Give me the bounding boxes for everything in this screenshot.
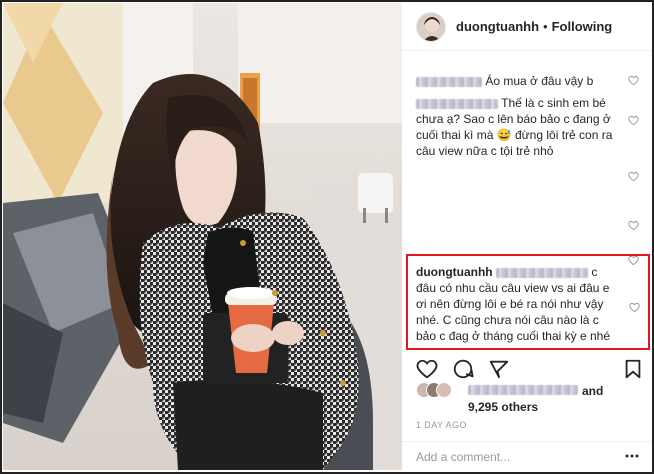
avatar[interactable] — [416, 11, 446, 42]
post-username[interactable]: duongtuanhh — [456, 19, 539, 34]
add-comment-bar: Add a comment... — [402, 441, 651, 470]
bookmark-icon[interactable] — [622, 358, 644, 380]
comment-item: Thế là c sinh em bé chưa ạ? Sao c lên bá… — [416, 95, 622, 159]
avatar-image — [417, 12, 445, 41]
share-icon[interactable] — [488, 358, 510, 380]
comment-text: Áo mua ở đâu vậy b — [485, 74, 594, 88]
more-options-icon[interactable] — [625, 454, 639, 458]
heart-icon[interactable] — [629, 302, 640, 313]
blurred-mention — [495, 267, 588, 278]
blurred-liker-name — [468, 385, 578, 395]
heart-icon[interactable] — [628, 75, 639, 86]
following-button[interactable]: Following — [552, 19, 613, 34]
likes-others-count[interactable]: 9,295 others — [468, 400, 538, 414]
reply-comment: duongtuanhh c đâu có nhu cầu câu view vs… — [416, 264, 616, 344]
reply-username[interactable]: duongtuanhh — [416, 265, 493, 279]
post-photo[interactable] — [3, 3, 402, 470]
action-bar — [416, 358, 646, 382]
separator-dot: • — [543, 19, 548, 34]
post-photo-image — [3, 3, 402, 470]
heart-icon[interactable] — [628, 115, 639, 126]
add-comment-input[interactable]: Add a comment... — [416, 450, 616, 464]
liker-avatar — [436, 382, 452, 398]
post-header: duongtuanhh • Following — [402, 3, 651, 51]
blurred-username — [416, 98, 498, 109]
highlighted-reply-box: duongtuanhh c đâu có nhu cầu câu view vs… — [406, 254, 650, 350]
post-sidebar: duongtuanhh • Following Áo mua ở đâu vậy… — [402, 3, 651, 470]
post-timestamp[interactable]: 1 DAY AGO — [416, 420, 467, 430]
likes-summary[interactable]: and 9,295 others — [416, 380, 646, 416]
heart-icon[interactable] — [416, 358, 438, 380]
likes-and-label: and — [582, 384, 604, 398]
comment-item: Áo mua ở đâu vậy b — [416, 73, 622, 89]
heart-icon[interactable] — [628, 171, 639, 182]
heart-icon[interactable] — [628, 220, 639, 231]
comment-icon[interactable] — [452, 358, 474, 380]
blurred-username — [416, 76, 482, 87]
